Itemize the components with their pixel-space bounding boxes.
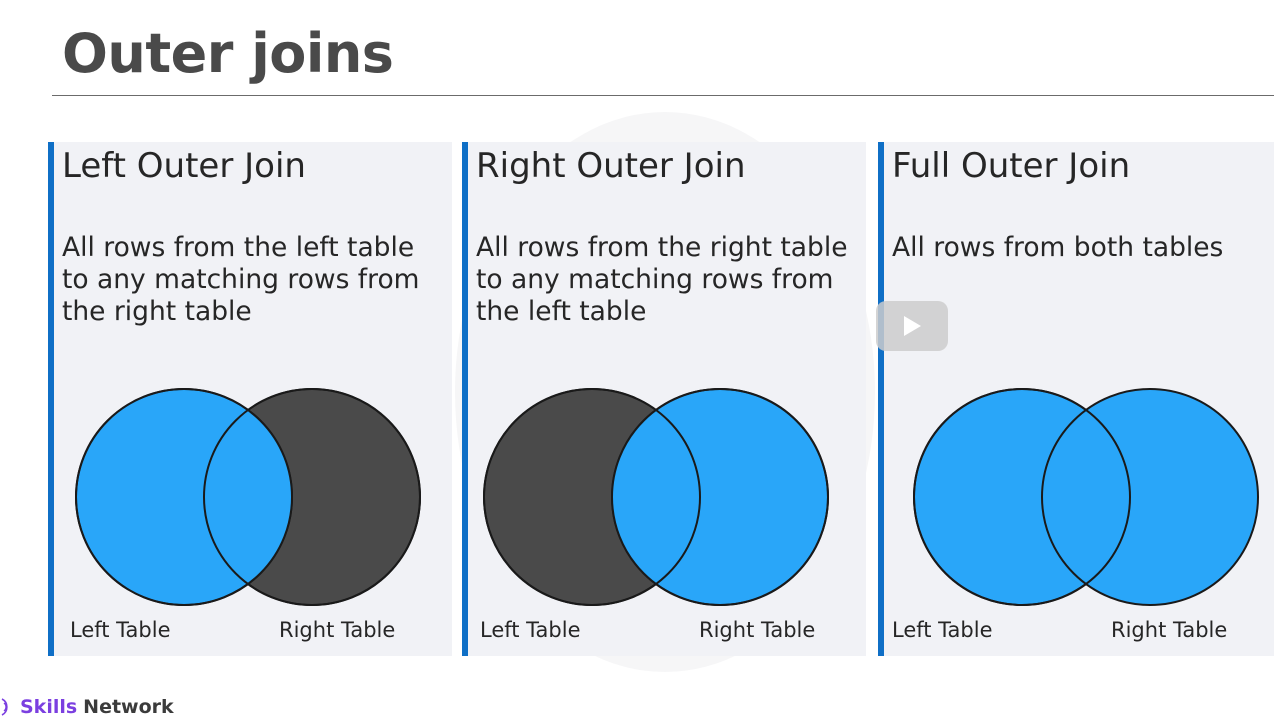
right-table-label: Right Table (1111, 618, 1228, 642)
venn-diagram (483, 388, 829, 606)
right-table-label: Right Table (699, 618, 816, 642)
right-outer-join-card: Right Outer Join All rows from the right… (462, 142, 866, 656)
brand-name-secondary: Network (83, 696, 174, 718)
full-outer-join-card: Full Outer Join All rows from both table… (878, 142, 1274, 656)
left-table-label: Left Table (70, 618, 171, 642)
slide-title: Outer joins (62, 22, 394, 85)
card-description: All rows from both tables (892, 232, 1224, 263)
venn-diagram (75, 388, 421, 606)
left-outer-join-card: Left Outer Join All rows from the left t… (48, 142, 452, 656)
card-description: All rows from the right table to any mat… (476, 232, 848, 327)
right-table-label: Right Table (279, 618, 396, 642)
brand-footer: Skills Network (0, 696, 174, 718)
card-title: Left Outer Join (62, 146, 306, 186)
video-play-button[interactable] (876, 301, 948, 351)
title-divider (52, 95, 1274, 96)
card-title: Right Outer Join (476, 146, 746, 186)
card-title: Full Outer Join (892, 146, 1131, 186)
right-table-circle (1041, 388, 1259, 606)
card-description: All rows from the left table to any matc… (62, 232, 420, 327)
play-icon (904, 316, 921, 336)
left-table-label: Left Table (892, 618, 993, 642)
left-table-label: Left Table (480, 618, 581, 642)
skills-network-logo-icon (1, 698, 8, 716)
venn-diagram (913, 388, 1259, 606)
brand-name-primary: Skills (20, 696, 78, 718)
